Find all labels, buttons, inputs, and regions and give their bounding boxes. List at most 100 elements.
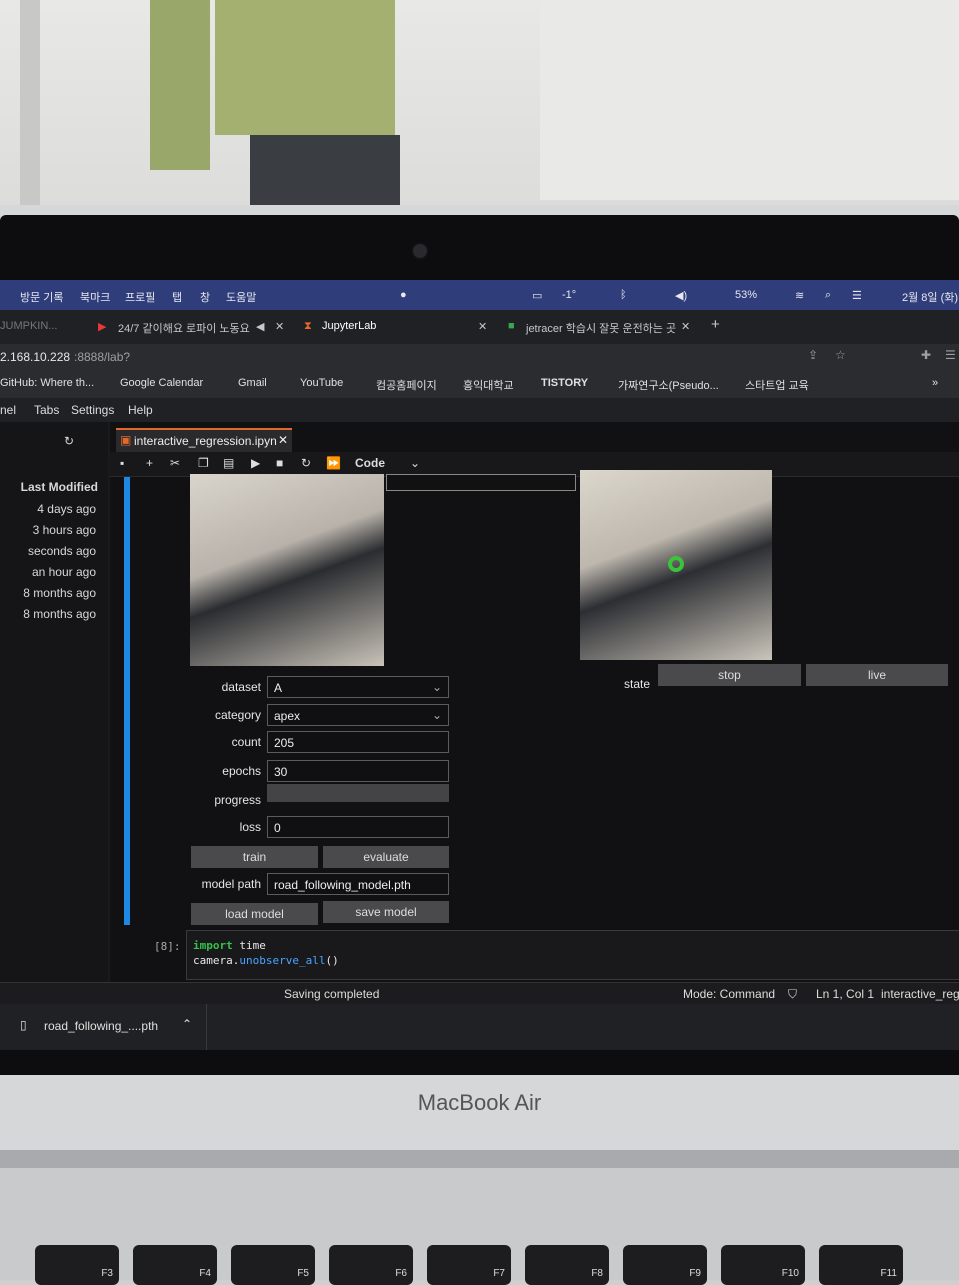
- browser-tab[interactable]: JUMPKIN...: [0, 320, 57, 332]
- menu-item[interactable]: 도움말: [226, 289, 256, 305]
- bookmark[interactable]: GitHub: Where th...: [0, 377, 94, 389]
- stop-icon[interactable]: ■: [276, 456, 283, 470]
- file-modified[interactable]: 4 days ago: [37, 502, 96, 516]
- volume-icon[interactable]: ◀): [675, 289, 687, 302]
- menu-help[interactable]: Help: [128, 403, 153, 417]
- file-modified[interactable]: 8 months ago: [23, 586, 96, 600]
- display-icon[interactable]: ▭: [532, 289, 542, 302]
- menu-icon[interactable]: ☰: [945, 348, 956, 362]
- menu-item[interactable]: 북마크: [80, 289, 110, 305]
- refresh-icon[interactable]: ↻: [64, 434, 74, 448]
- browser-tab[interactable]: jetracer 학습시 잘못 운전하는 곳: [526, 320, 676, 336]
- control-center-icon[interactable]: ☰: [852, 289, 862, 302]
- epochs-field[interactable]: 30: [267, 760, 449, 782]
- notebook-title: interactive_regression.ipyn: [134, 434, 277, 448]
- add-cell-icon[interactable]: +: [146, 456, 153, 470]
- status-mode[interactable]: Mode: Command: [683, 987, 775, 1001]
- key-f9[interactable]: F9: [623, 1245, 707, 1285]
- bookmark[interactable]: 가짜연구소(Pseudo...: [618, 377, 719, 393]
- status-position[interactable]: Ln 1, Col 1: [816, 987, 874, 1001]
- browser-tab-active[interactable]: JupyterLab: [322, 320, 376, 332]
- menubar-date[interactable]: 2월 8일 (화): [902, 289, 958, 305]
- menu-item[interactable]: 프로필: [125, 289, 155, 305]
- run-all-icon[interactable]: ⏩: [326, 456, 341, 470]
- stop-button[interactable]: stop: [658, 664, 801, 686]
- key-f11[interactable]: F11: [819, 1245, 903, 1285]
- model-path-field[interactable]: road_following_model.pth: [267, 873, 449, 895]
- live-camera-image[interactable]: [580, 470, 772, 660]
- load-model-button[interactable]: load model: [191, 903, 318, 925]
- bookmark[interactable]: YouTube: [300, 377, 343, 389]
- restart-icon[interactable]: ↻: [301, 456, 311, 470]
- weather-temperature[interactable]: -1°: [562, 289, 576, 301]
- cut-icon[interactable]: ✂: [170, 456, 180, 470]
- sheet-icon: ■: [508, 320, 515, 332]
- close-icon[interactable]: ✕: [278, 433, 288, 447]
- close-icon[interactable]: ✕: [478, 320, 487, 333]
- key-f3[interactable]: F3: [35, 1245, 119, 1285]
- bookmark[interactable]: Google Calendar: [120, 377, 203, 389]
- live-button[interactable]: live: [806, 664, 948, 686]
- paste-icon[interactable]: ▤: [223, 456, 234, 470]
- menu-item[interactable]: 창: [200, 289, 210, 305]
- key-f6[interactable]: F6: [329, 1245, 413, 1285]
- menu-settings[interactable]: Settings: [71, 403, 114, 417]
- bluetooth-icon[interactable]: ᛒ: [620, 289, 627, 301]
- copy-icon[interactable]: ❐: [198, 456, 209, 470]
- chevron-down-icon: ⌄: [431, 680, 442, 694]
- chevron-up-icon[interactable]: ⌃: [182, 1017, 192, 1031]
- category-select[interactable]: apex ⌄: [267, 704, 449, 726]
- column-header-last-modified[interactable]: Last Modified: [21, 480, 98, 494]
- key-f8[interactable]: F8: [525, 1245, 609, 1285]
- star-icon[interactable]: ☆: [835, 348, 846, 362]
- address-bar[interactable]: 2.168.10.228 :8888/lab? ⇪ ☆ ✚ ☰: [0, 344, 959, 370]
- evaluate-button[interactable]: evaluate: [323, 846, 449, 868]
- cell-collapser[interactable]: [124, 477, 130, 925]
- close-icon[interactable]: ✕: [275, 320, 284, 333]
- bookmark[interactable]: Gmail: [238, 377, 267, 389]
- dataset-select[interactable]: A ⌄: [267, 676, 449, 698]
- bookmark[interactable]: TISTORY: [541, 377, 588, 389]
- wifi-icon[interactable]: ≋: [795, 289, 804, 302]
- run-icon[interactable]: ▶: [251, 456, 260, 470]
- file-modified[interactable]: an hour ago: [32, 565, 96, 579]
- browser-tab[interactable]: 24/7 같이해요 로파이 노동요: [118, 320, 250, 336]
- spotlight-search-icon[interactable]: ⌕: [825, 289, 831, 302]
- menu-item[interactable]: 탭: [172, 289, 182, 305]
- file-modified[interactable]: 3 hours ago: [33, 523, 96, 537]
- menu-tabs[interactable]: Tabs: [34, 403, 59, 417]
- key-f5[interactable]: F5: [231, 1245, 315, 1285]
- menu-item[interactable]: 방문 기록: [20, 289, 64, 305]
- bookmark[interactable]: 스타트업 교육: [745, 377, 809, 393]
- more-bookmarks-icon[interactable]: »: [932, 377, 938, 389]
- audio-icon[interactable]: ◀: [256, 320, 264, 333]
- count-field[interactable]: 205: [267, 731, 449, 753]
- code-cell[interactable]: import time camera.unobserve_all(): [186, 930, 959, 980]
- notebook-tab[interactable]: ▣ interactive_regression.ipyn ✕: [116, 428, 292, 452]
- bookmark[interactable]: 컴공홈페이지: [376, 377, 437, 393]
- key-f7[interactable]: F7: [427, 1245, 511, 1285]
- loss-field[interactable]: 0: [267, 816, 449, 838]
- share-icon[interactable]: ⇪: [808, 348, 818, 362]
- save-model-button[interactable]: save model: [323, 901, 449, 923]
- extensions-icon[interactable]: ✚: [921, 348, 931, 362]
- chevron-down-icon[interactable]: ⌄: [410, 456, 420, 470]
- file-icon: ▯: [20, 1018, 27, 1032]
- key-f10[interactable]: F10: [721, 1245, 805, 1285]
- menu-kernel[interactable]: nel: [0, 403, 16, 417]
- record-icon[interactable]: ●: [400, 289, 407, 301]
- category-value: apex: [274, 709, 301, 723]
- close-icon[interactable]: ✕: [681, 320, 690, 333]
- file-modified[interactable]: seconds ago: [28, 544, 96, 558]
- train-button[interactable]: train: [191, 846, 318, 868]
- bookmark[interactable]: 홍익대학교: [463, 377, 514, 393]
- shield-icon[interactable]: ⛉: [788, 987, 797, 1002]
- new-tab-icon[interactable]: +: [711, 316, 720, 333]
- code-function: unobserve_all: [239, 954, 326, 967]
- cell-type-select[interactable]: Code: [355, 456, 385, 470]
- save-icon[interactable]: ▪: [120, 456, 124, 470]
- download-item[interactable]: ▯ road_following_....pth ⌃: [0, 1004, 207, 1050]
- battery-level[interactable]: 53%: [735, 289, 757, 301]
- file-modified[interactable]: 8 months ago: [23, 607, 96, 621]
- key-f4[interactable]: F4: [133, 1245, 217, 1285]
